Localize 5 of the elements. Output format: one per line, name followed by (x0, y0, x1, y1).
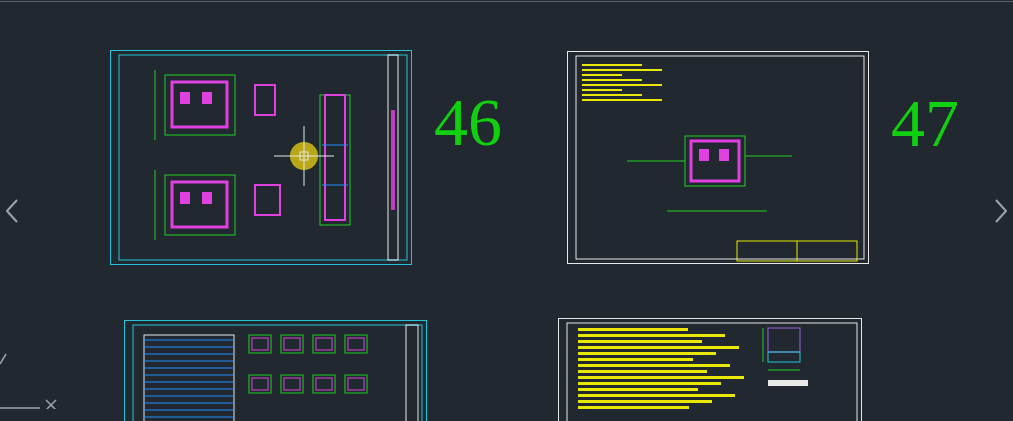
sheet-number: 47 (891, 89, 959, 157)
crosshair-cursor-icon (274, 126, 334, 186)
chevron-left-icon (6, 199, 18, 223)
chevron-right-icon (995, 199, 1007, 223)
sheet-number: 46 (434, 88, 502, 156)
